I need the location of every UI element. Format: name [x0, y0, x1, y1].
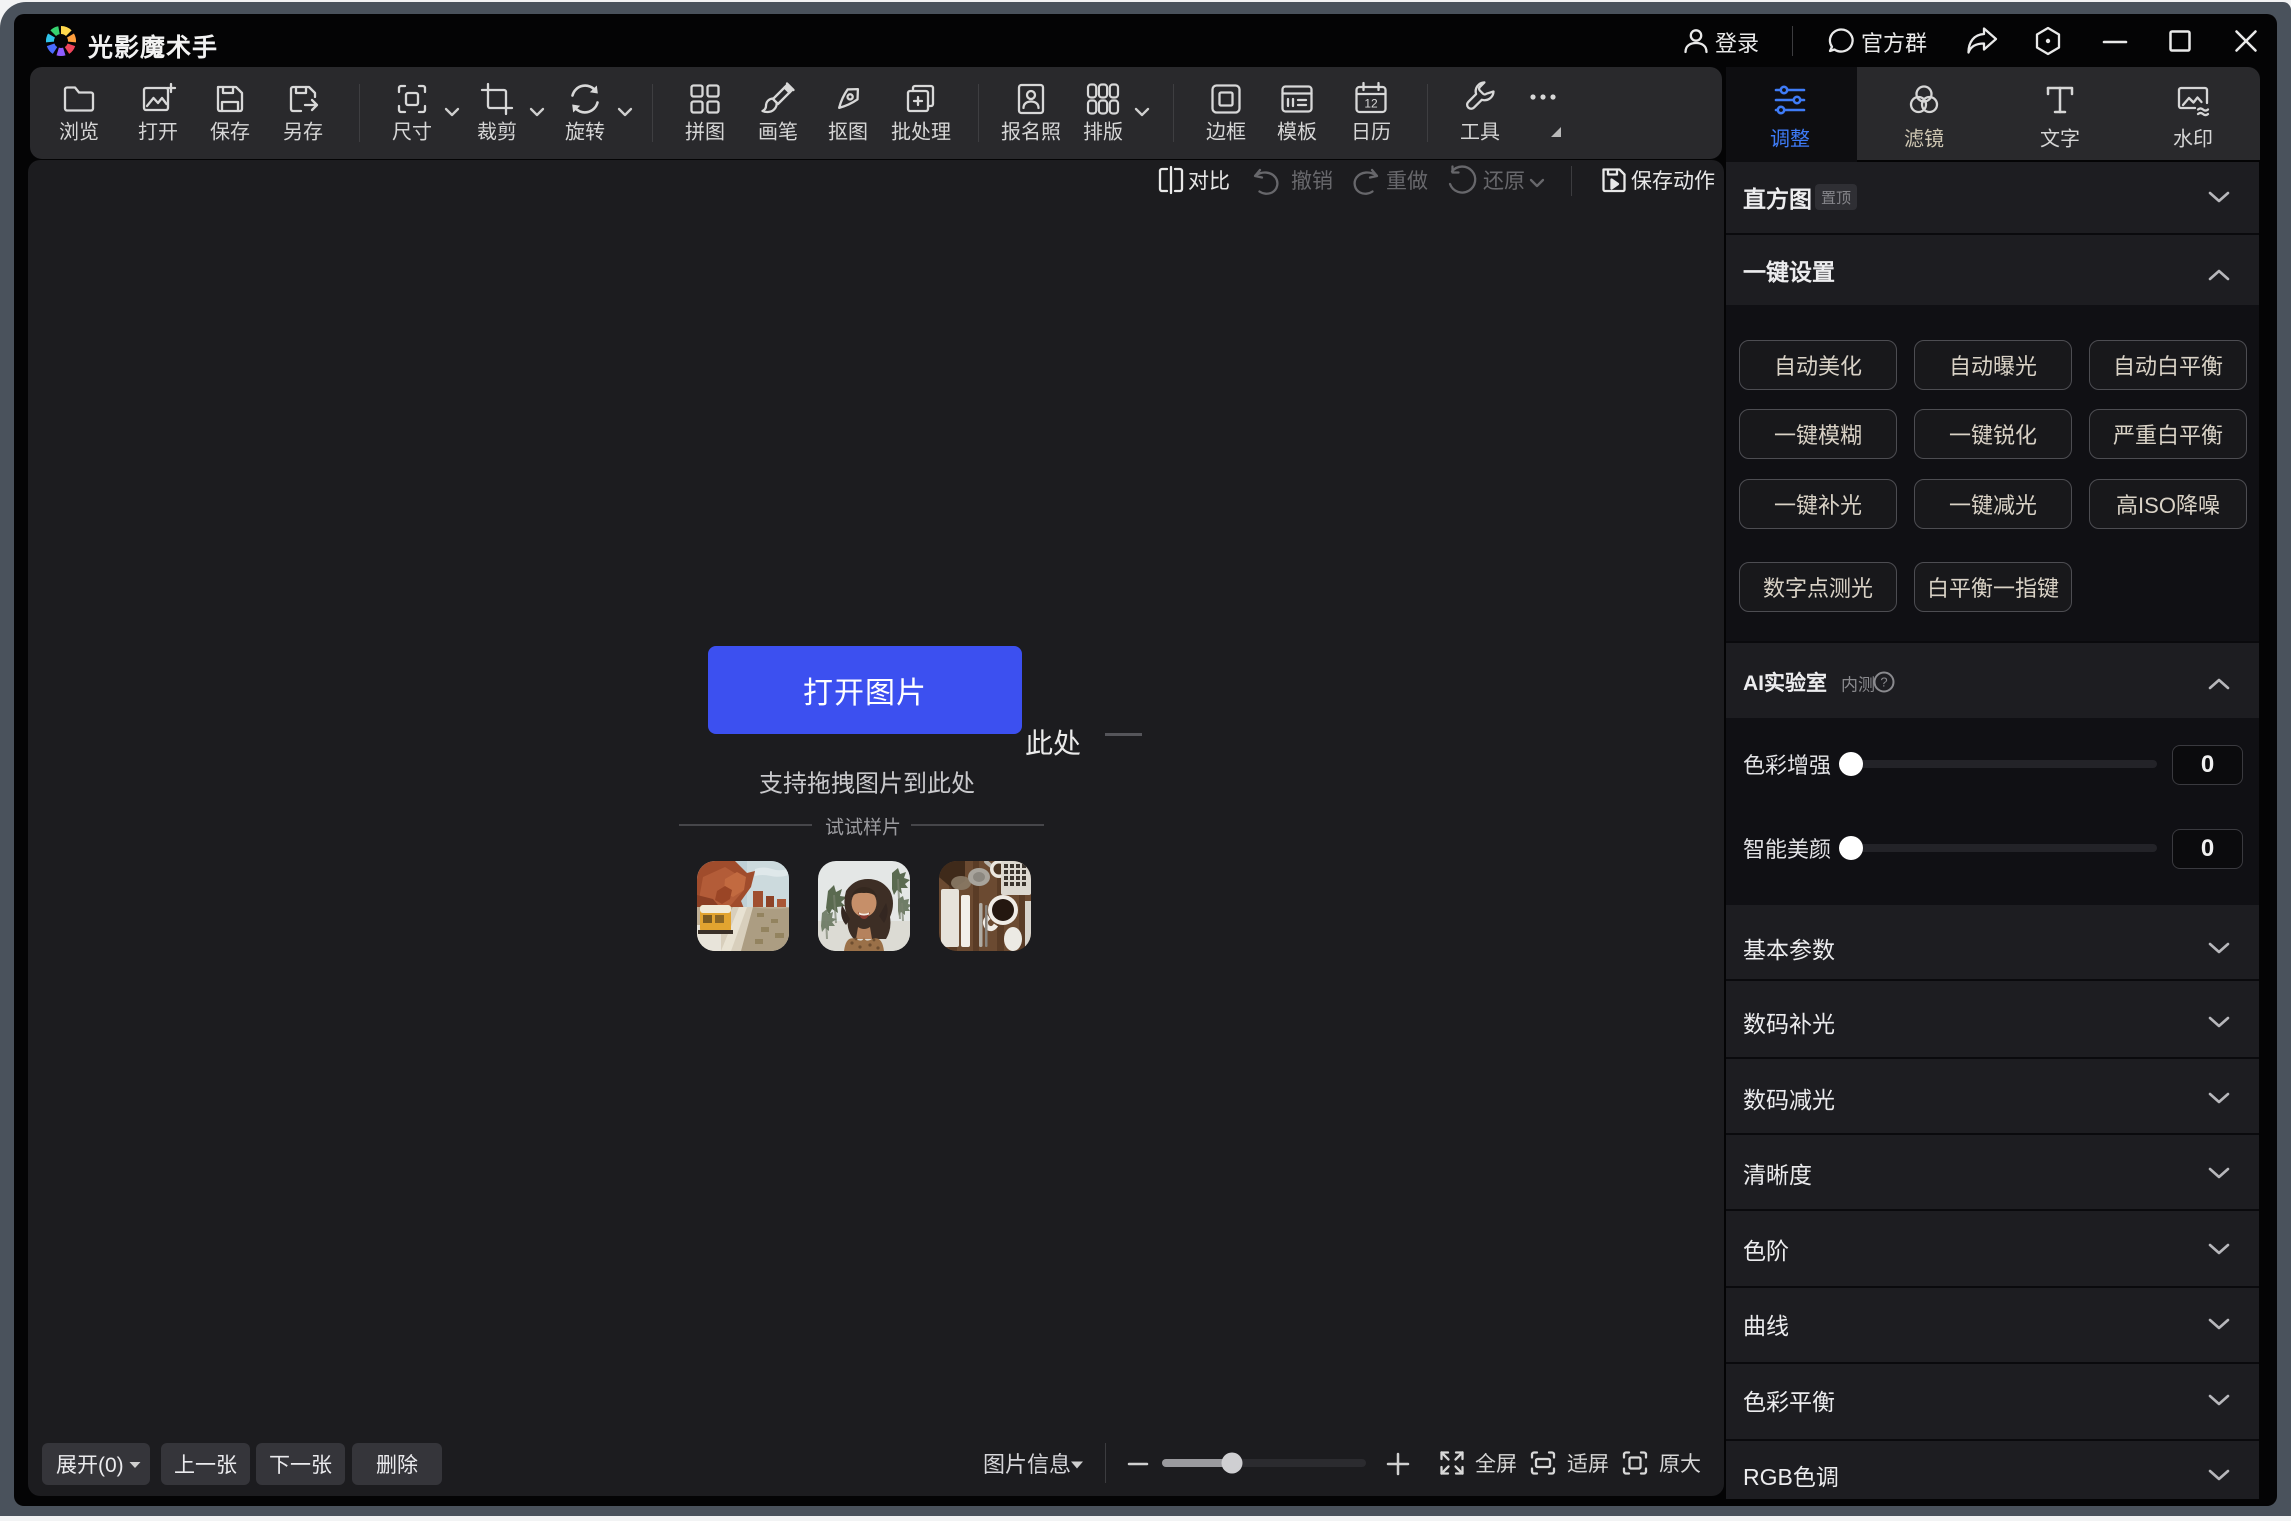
- svg-text:12: 12: [1364, 97, 1378, 111]
- svg-text:?: ?: [1880, 675, 1887, 690]
